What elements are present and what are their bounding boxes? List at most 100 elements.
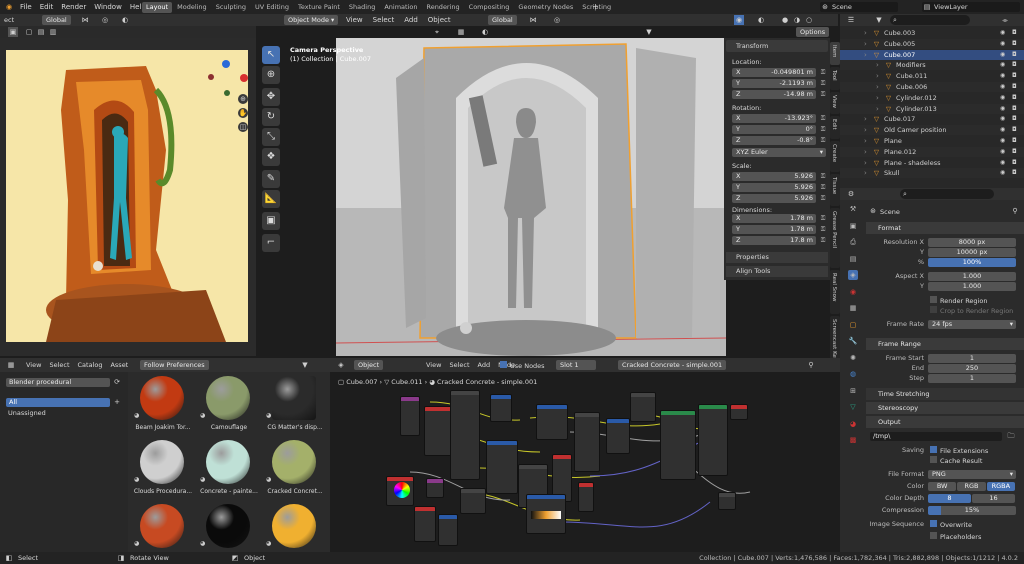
dims-y-field[interactable]: Y 1.78 m (732, 225, 816, 234)
render-camera-icon[interactable]: ◘ (1012, 71, 1017, 81)
asset-item[interactable]: ◕ Cracked Concret... (264, 440, 326, 502)
frame-step-field[interactable]: 1 (928, 374, 1016, 383)
workspace-tab-rendering[interactable]: Rendering (422, 2, 463, 13)
resolution-pct-field[interactable]: 100% (928, 258, 1016, 267)
node-18[interactable] (414, 506, 436, 542)
file-extensions-checkbox[interactable]: File Extensions (930, 446, 988, 455)
dims-x-field[interactable]: X 1.78 m (732, 214, 816, 223)
asset-item[interactable]: ◕ (198, 504, 260, 552)
color-wheel-icon[interactable] (394, 482, 410, 498)
gizmo-neg-x[interactable] (208, 74, 214, 80)
node-menu-view[interactable]: View (426, 361, 441, 369)
output-path-input[interactable]: /tmp\ (870, 432, 1002, 441)
workspace-tab-layout[interactable]: Layout (142, 2, 173, 13)
visibility-eye-icon[interactable]: ◉ (1000, 125, 1005, 135)
resolution-x-field[interactable]: 8000 px (928, 238, 1016, 247)
menu-window[interactable]: Window (94, 3, 122, 11)
visibility-eye-icon[interactable]: ◉ (1000, 82, 1005, 92)
snap-icon[interactable]: ⋈ (80, 15, 90, 25)
color-option-rgba[interactable]: RGBA (986, 482, 1015, 491)
render-camera-icon[interactable]: ◘ (1012, 136, 1017, 146)
lock-icon[interactable]: ⚿ (818, 183, 828, 193)
npanel-tab-view[interactable]: View (830, 91, 840, 115)
gizmo-y[interactable] (224, 90, 230, 96)
visibility-icon[interactable]: ◉ (734, 15, 744, 25)
proportional-edit-icon[interactable]: ◎ (552, 15, 562, 25)
expand-arrow-icon[interactable]: › (876, 71, 879, 81)
asset-item[interactable]: ◕ CG Matter's disp... (264, 376, 326, 438)
rotation-y-field[interactable]: Y 0° (732, 125, 816, 134)
scene-selector[interactable]: ⊛ Scene (820, 2, 898, 12)
shading-icon[interactable]: ◐ (480, 27, 490, 37)
workspace-tab-uv-editing[interactable]: UV Editing (251, 2, 293, 13)
scale-z-field[interactable]: Z 5.926 (732, 194, 816, 203)
rotate-tool-icon[interactable]: ↻ (262, 108, 280, 126)
cache-result-checkbox[interactable]: Cache Result (930, 456, 982, 465)
pin-node-icon[interactable]: ⚲ (806, 360, 816, 370)
asset-menu-select[interactable]: Select (49, 361, 69, 369)
overlays-icon[interactable]: ◐ (756, 15, 766, 25)
color-ramp-gradient[interactable] (531, 511, 561, 519)
color-option-rgb[interactable]: RGB (957, 482, 986, 491)
compression-slider[interactable]: 15% (928, 506, 1016, 515)
properties-editor-icon[interactable]: ⚙ (846, 189, 856, 199)
asset-item[interactable]: ◕ Concrete - painte... (198, 440, 260, 502)
scale-y-field[interactable]: Y 5.926 (732, 183, 816, 192)
render-camera-icon[interactable]: ◘ (1012, 60, 1017, 70)
outliner-item[interactable]: › ▽ Plane.012 ◉ ◘ (840, 146, 1024, 157)
output-icon[interactable]: ⎙ (848, 237, 858, 247)
node-8[interactable] (630, 392, 656, 422)
npanel-tab-real-snow[interactable]: Real Snow (830, 270, 840, 314)
add-catalog-icon[interactable]: + (112, 397, 122, 407)
outliner-item[interactable]: › ▽ Cube.006 ◉ ◘ (840, 82, 1024, 92)
tool-icon[interactable]: ⚒ (848, 204, 858, 214)
npanel-tab-edit[interactable]: Edit (830, 116, 840, 140)
dims-z-field[interactable]: Z 17.8 m (732, 236, 816, 245)
viewport-menu-object[interactable]: Object (428, 16, 451, 24)
expand-arrow-icon[interactable]: › (876, 93, 879, 103)
workspace-tab-compositing[interactable]: Compositing (465, 2, 514, 13)
render-camera-icon[interactable]: ◘ (1012, 158, 1017, 168)
visibility-eye-icon[interactable]: ◉ (1000, 93, 1005, 103)
material-icon[interactable]: ◕ (848, 419, 858, 429)
visibility-eye-icon[interactable]: ◉ (1000, 50, 1005, 60)
folder-icon[interactable]: 🗀 (1006, 431, 1016, 441)
texture-icon[interactable]: ▩ (848, 435, 858, 445)
cursor-tool-icon[interactable]: ⊕ (262, 66, 280, 84)
render-camera-icon[interactable]: ◘ (1012, 39, 1017, 49)
overlay-icon[interactable]: ◐ (120, 15, 130, 25)
expand-arrow-icon[interactable]: › (864, 168, 867, 178)
outliner-filter-icon[interactable]: ▼ (874, 15, 884, 25)
npanel-tab-grease-pencil[interactable]: Grease Pencil (830, 207, 840, 269)
node-3[interactable] (450, 390, 480, 480)
modifier-icon[interactable]: 🔧 (848, 336, 858, 346)
expand-arrow-icon[interactable]: › (876, 60, 879, 70)
visibility-eye-icon[interactable]: ◉ (1000, 28, 1005, 38)
node-17[interactable] (460, 488, 486, 514)
outliner-item[interactable]: › ▽ Cylinder.012 ◉ ◘ (840, 92, 1024, 103)
visibility-eye-icon[interactable]: ◉ (1000, 60, 1005, 70)
zoom-icon[interactable]: ⊕ (238, 94, 248, 104)
node-editor-icon[interactable]: ◈ (336, 360, 346, 370)
slot-dropdown[interactable]: Slot 1 (556, 360, 596, 370)
overwrite-checkbox[interactable]: Overwrite (930, 520, 972, 529)
lock-icon[interactable]: ⚿ (818, 225, 828, 235)
outliner-item[interactable]: › ▽ Cube.003 ◉ ◘ (840, 28, 1024, 38)
lock-icon[interactable]: ⚿ (818, 68, 828, 78)
align-tools-section[interactable]: Align Tools (726, 266, 828, 277)
location-z-field[interactable]: Z -14.98 m (732, 90, 816, 99)
visibility-eye-icon[interactable]: ◉ (1000, 104, 1005, 114)
visibility-eye-icon[interactable]: ◉ (1000, 168, 1005, 178)
node-7[interactable] (606, 418, 630, 454)
lock-icon[interactable]: ⚿ (818, 172, 828, 182)
expand-arrow-icon[interactable]: › (876, 82, 879, 92)
npanel-tab-create[interactable]: Create (830, 141, 840, 173)
follow-prefs-dropdown[interactable]: Follow Preferences (140, 360, 209, 370)
node-canvas[interactable]: ▢ Cube.007 › ▽ Cube.011 › ◕ Cracked Conc… (330, 372, 840, 552)
catalog-all[interactable]: All (6, 398, 110, 407)
expand-arrow-icon[interactable]: › (864, 50, 867, 60)
outliner-item[interactable]: › ▽ Cube.005 ◉ ◘ (840, 38, 1024, 49)
placeholders-checkbox[interactable]: Placeholders (930, 532, 981, 541)
object-tab-icon[interactable]: ▢ (848, 320, 858, 330)
menu-file[interactable]: File (20, 3, 32, 11)
